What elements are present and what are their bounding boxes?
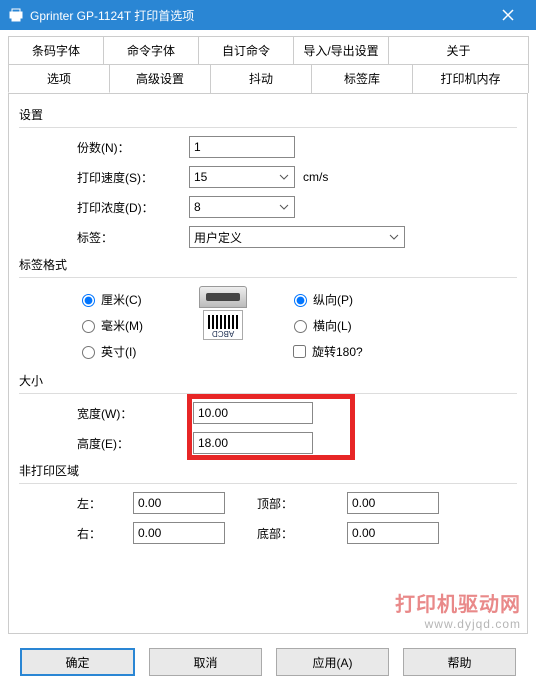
unit-mm-label: 毫米(M) — [101, 317, 143, 334]
ok-button[interactable]: 确定 — [20, 648, 135, 676]
close-icon — [502, 9, 514, 21]
chevron-down-icon — [276, 169, 292, 185]
chevron-down-icon — [386, 229, 402, 245]
tab-printer-memory[interactable]: 打印机内存 — [412, 64, 529, 93]
apply-button[interactable]: 应用(A) — [276, 648, 389, 676]
window-title: Gprinter GP-1124T 打印首选项 — [30, 7, 488, 24]
orient-portrait-radio[interactable]: 纵向(P) — [289, 286, 389, 312]
unit-cm-label: 厘米(C) — [101, 291, 142, 308]
label-label: 标签： — [77, 229, 189, 246]
tab-label-library[interactable]: 标签库 — [311, 64, 413, 93]
format-heading: 标签格式 — [19, 256, 517, 273]
printer-preview-icon: ABCD — [195, 286, 251, 342]
tab-options[interactable]: 选项 — [8, 64, 110, 93]
unit-in-radio[interactable]: 英寸(I) — [77, 338, 177, 364]
speed-value: 15 — [194, 170, 207, 184]
tab-dither[interactable]: 抖动 — [210, 64, 312, 93]
chevron-down-icon — [276, 199, 292, 215]
bottom-label: 底部： — [257, 525, 347, 542]
nonprint-heading: 非打印区域 — [19, 462, 517, 479]
right-input[interactable] — [133, 522, 225, 544]
help-button[interactable]: 帮助 — [403, 648, 516, 676]
height-input[interactable] — [193, 432, 313, 454]
top-input[interactable] — [347, 492, 439, 514]
density-label: 打印浓度(D)： — [77, 199, 189, 216]
speed-unit: cm/s — [303, 170, 328, 184]
height-label: 高度(E)： — [77, 435, 171, 452]
bottom-input[interactable] — [347, 522, 439, 544]
speed-label: 打印速度(S)： — [77, 169, 189, 186]
orient-landscape-label: 横向(L) — [313, 317, 352, 334]
cancel-button[interactable]: 取消 — [149, 648, 262, 676]
tab-content: 设置 份数(N)： 打印速度(S)： 15 cm/s 打印浓度(D)： 8 标签… — [8, 94, 528, 634]
speed-select[interactable]: 15 — [189, 166, 295, 188]
density-select[interactable]: 8 — [189, 196, 295, 218]
unit-in-label: 英寸(I) — [101, 343, 136, 360]
tab-import-export[interactable]: 导入/导出设置 — [293, 36, 389, 64]
left-input[interactable] — [133, 492, 225, 514]
tab-barcode-font[interactable]: 条码字体 — [8, 36, 104, 64]
label-value: 用户定义 — [194, 229, 242, 246]
right-label: 右： — [77, 525, 133, 542]
unit-mm-radio[interactable]: 毫米(M) — [77, 312, 177, 338]
settings-heading: 设置 — [19, 106, 517, 123]
watermark-url: www.dyjqd.com — [395, 617, 521, 631]
tab-custom-command[interactable]: 自订命令 — [198, 36, 294, 64]
tab-row-1: 条码字体 命令字体 自订命令 导入/导出设置 关于 — [8, 36, 528, 65]
watermark: 打印机驱动网 www.dyjqd.com — [395, 588, 521, 631]
tab-row-2: 选项 高级设置 抖动 标签库 打印机内存 — [8, 64, 528, 94]
tab-command-font[interactable]: 命令字体 — [103, 36, 199, 64]
unit-cm-radio[interactable]: 厘米(C) — [77, 286, 177, 312]
density-value: 8 — [194, 200, 201, 214]
close-button[interactable] — [488, 0, 528, 30]
width-input[interactable] — [193, 402, 313, 424]
titlebar: Gprinter GP-1124T 打印首选项 — [0, 0, 536, 30]
copies-label: 份数(N)： — [77, 139, 189, 156]
rotate180-checkbox[interactable]: 旋转180? — [289, 338, 389, 364]
size-heading: 大小 — [19, 372, 517, 389]
width-label: 宽度(W)： — [77, 405, 171, 422]
left-label: 左： — [77, 495, 133, 512]
tab-about[interactable]: 关于 — [388, 36, 529, 64]
top-label: 顶部： — [257, 495, 347, 512]
tab-advanced[interactable]: 高级设置 — [109, 64, 211, 93]
rotate180-label: 旋转180? — [312, 343, 363, 360]
orient-portrait-label: 纵向(P) — [313, 291, 353, 308]
watermark-text: 打印机驱动网 — [395, 588, 521, 617]
orient-landscape-radio[interactable]: 横向(L) — [289, 312, 389, 338]
label-select[interactable]: 用户定义 — [189, 226, 405, 248]
copies-input[interactable] — [189, 136, 295, 158]
printer-icon — [8, 7, 24, 23]
